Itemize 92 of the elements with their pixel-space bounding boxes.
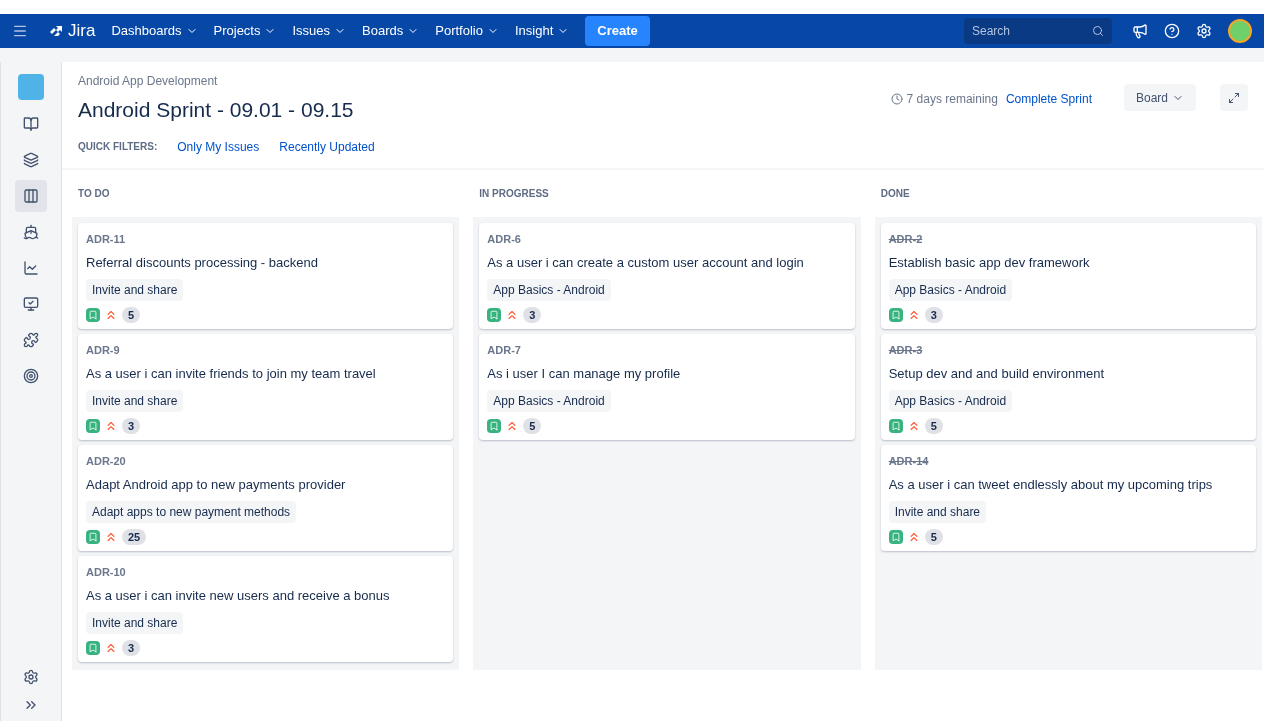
issue-summary: As a user i can tweet endlessly about my upcoming trips	[888, 476, 1213, 494]
story-points: 3	[122, 639, 141, 656]
issue-key[interactable]: ADR-9	[86, 341, 120, 358]
story-points: 25	[122, 528, 147, 545]
issue-key[interactable]: ADR-20	[86, 452, 126, 469]
story-icon	[86, 307, 100, 322]
epic-label: App Basics - Android	[888, 389, 1013, 412]
issue-summary: As i user I can manage my profile	[487, 365, 681, 383]
story-points: 5	[924, 417, 943, 434]
epic-label: Invite and share	[86, 389, 184, 412]
nav-menu[interactable]: Insight	[514, 21, 570, 41]
nav-menu[interactable]: Boards	[362, 21, 420, 41]
issue-card[interactable]: ADR-2 Establish basic app dev framework App Basics - Android 3	[880, 222, 1256, 329]
issue-card[interactable]: ADR-9 As a user i can invite friends to join my team travel Invite and share 3	[78, 333, 454, 440]
issue-key[interactable]: ADR-11	[86, 230, 126, 247]
issue-summary: Establish basic app dev framework	[888, 254, 1090, 272]
story-icon	[86, 418, 100, 433]
epic-label: Invite and share	[888, 500, 987, 523]
issue-card[interactable]: ADR-14 As a user i can tweet endlessly about my upcoming trips Invite and share 5	[880, 444, 1256, 551]
epic-label: Invite and share	[86, 278, 184, 301]
issue-key[interactable]: ADR-3	[888, 341, 923, 358]
epic-label: App Basics - Android	[487, 278, 611, 301]
issue-key[interactable]: ADR-14	[888, 452, 929, 469]
quick-filter[interactable]: Only My Issues	[177, 137, 260, 156]
target-icon	[23, 368, 39, 384]
issue-card[interactable]: ADR-6 As a user i can create a custom user account and login App Basics - Android 3	[479, 222, 855, 329]
logo-icon	[48, 23, 64, 39]
epic-label: App Basics - Android	[487, 389, 611, 412]
story-points: 5	[924, 528, 943, 545]
story-points: 3	[122, 417, 141, 434]
nav-menu[interactable]: Projects	[213, 21, 277, 41]
issue-key[interactable]: ADR-6	[487, 230, 521, 247]
issue-key[interactable]: ADR-10	[86, 563, 126, 580]
fullscreen-button[interactable]	[1220, 84, 1248, 111]
quick-filters-label: QUICK FILTERS:	[78, 140, 158, 154]
search-field[interactable]: Search	[964, 18, 1112, 44]
monitor-icon	[23, 296, 39, 312]
project-name[interactable]: Android App Development	[78, 72, 891, 90]
story-icon	[888, 529, 903, 544]
issue-card[interactable]: ADR-10 As a user i can invite new users and receive a bonus Invite and share 3	[78, 555, 454, 662]
sidebar-item[interactable]	[15, 180, 47, 212]
stack-icon	[23, 152, 39, 168]
column-title: DONE	[879, 186, 911, 201]
issue-card[interactable]: ADR-7 As i user I can manage my profile App Basics - Android 5	[479, 333, 855, 440]
column-title: IN PROGRESS	[478, 186, 550, 201]
settings-icon[interactable]	[23, 669, 39, 685]
story-icon	[888, 418, 903, 433]
quick-filter[interactable]: Recently Updated	[279, 137, 375, 156]
user-avatar[interactable]	[1228, 19, 1252, 43]
complete-sprint-link[interactable]: Complete Sprint	[1005, 90, 1092, 108]
issue-card[interactable]: ADR-11 Referral discounts processing - backend Invite and share 5	[78, 222, 454, 329]
ship-icon	[23, 224, 39, 240]
story-points: 5	[122, 306, 141, 323]
story-icon	[86, 640, 100, 655]
create-button[interactable]: Create	[585, 16, 650, 46]
story-icon	[487, 418, 502, 433]
chart-icon	[23, 260, 39, 276]
epic-label: Invite and share	[86, 611, 184, 634]
search-icon[interactable]	[1092, 25, 1104, 37]
issue-card[interactable]: ADR-3 Setup dev and and build environment App Basics - Android 5	[880, 333, 1256, 440]
story-points: 5	[523, 417, 542, 434]
board-dropdown[interactable]: Board	[1123, 84, 1196, 111]
expand-arrows-icon	[1228, 91, 1240, 104]
nav-menu[interactable]: Dashboards	[111, 21, 198, 41]
issue-card[interactable]: ADR-20 Adapt Android app to new payments provider Adapt apps to new payment methods 25	[78, 444, 454, 551]
logo-text[interactable]: Jira	[68, 18, 96, 44]
puzzle-icon	[23, 332, 39, 348]
story-icon	[86, 529, 100, 544]
issue-summary: Setup dev and and build environment	[888, 365, 1105, 383]
issue-key[interactable]: ADR-7	[487, 341, 521, 358]
issue-summary: As a user i can create a custom user account and login	[487, 254, 804, 272]
issue-summary: As a user i can invite new users and receive a bonus	[86, 587, 390, 605]
column-title: TO DO	[77, 186, 111, 201]
board-icon	[23, 188, 39, 204]
story-points: 3	[523, 306, 542, 323]
epic-label: App Basics - Android	[888, 278, 1013, 301]
clock-icon	[890, 93, 903, 105]
menu-icon[interactable]	[12, 23, 28, 39]
nav-menu[interactable]: Portfolio	[435, 21, 499, 41]
story-points: 3	[924, 306, 943, 323]
issue-summary: Referral discounts processing - backend	[86, 254, 318, 272]
story-icon	[487, 307, 502, 322]
issue-summary: Adapt Android app to new payments provider	[86, 476, 346, 494]
story-icon	[888, 307, 903, 322]
remaining-time: 7 days remaining	[906, 91, 998, 108]
issue-summary: As a user i can invite friends to join my team travel	[86, 365, 376, 383]
help-icon[interactable]	[1164, 23, 1180, 39]
nav-menu[interactable]: Issues	[292, 21, 347, 41]
epic-label: Adapt apps to new payment methods	[86, 500, 297, 523]
sprint-title: Android Sprint - 09.01 - 09.15	[78, 97, 355, 123]
megaphone-icon[interactable]	[1132, 23, 1148, 39]
issue-key[interactable]: ADR-2	[888, 230, 923, 247]
